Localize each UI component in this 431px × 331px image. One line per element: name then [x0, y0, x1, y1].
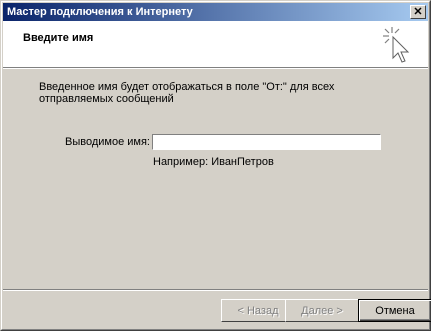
description-text: Введенное имя будет отображаться в поле …	[39, 81, 335, 105]
wizard-header: Введите имя	[3, 21, 428, 67]
display-name-input[interactable]	[152, 134, 381, 150]
close-button[interactable]: ✕	[410, 5, 426, 19]
wizard-cursor-icon	[383, 27, 410, 63]
window-title: Мастер подключения к Интернету	[7, 6, 193, 18]
page-title: Введите имя	[23, 32, 94, 44]
header-divider	[3, 67, 428, 69]
footer-divider	[3, 289, 428, 291]
close-icon: ✕	[413, 5, 423, 18]
display-name-label: Выводимое имя:	[65, 136, 150, 148]
title-bar[interactable]: Мастер подключения к Интернету ✕	[3, 3, 428, 21]
example-text: Например: ИванПетров	[153, 156, 274, 168]
back-button[interactable]: < Назад	[221, 299, 295, 322]
cancel-button[interactable]: Отмена	[358, 299, 431, 322]
next-button[interactable]: Далее >	[285, 299, 359, 322]
wizard-window: Мастер подключения к Интернету ✕ Введите…	[0, 0, 431, 331]
